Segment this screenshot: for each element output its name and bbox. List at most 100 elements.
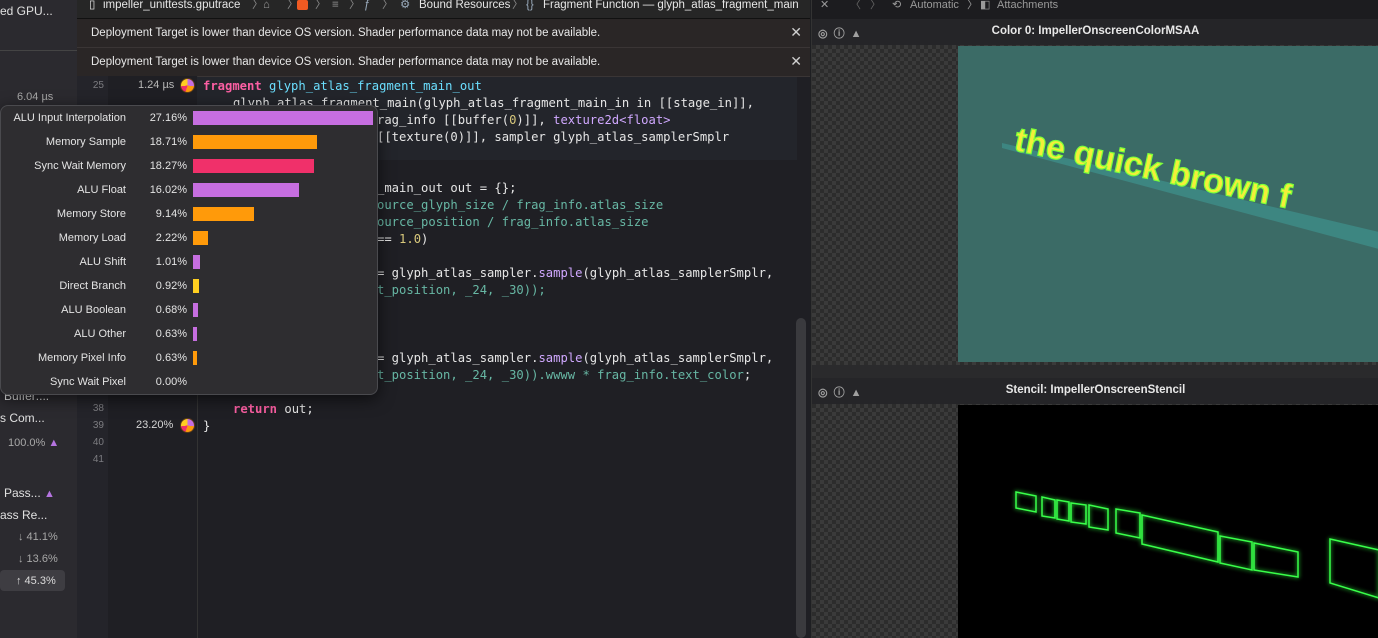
cost-percent: 0.63% <box>155 328 187 340</box>
sidebar-title: ed GPU... <box>0 4 53 18</box>
chevron-right-icon: 〉 <box>315 0 327 11</box>
warning-text: Deployment Target is lower than device O… <box>91 56 601 68</box>
stencil-attachment-titlebar: ◎ⓘ▲ Stencil: ImpellerOnscreenStencil <box>812 378 1378 404</box>
cost-percent: 18.27% <box>149 160 187 172</box>
perf-pie-icon[interactable] <box>180 78 195 93</box>
cost-bar <box>193 159 315 173</box>
line-number: 41 <box>92 454 104 465</box>
line-percent: 23.20% <box>136 419 174 431</box>
warning-icon: ▲ <box>48 437 60 449</box>
cost-category-label: ALU Float <box>77 184 126 196</box>
sidebar-stat[interactable]: ↓ 41.1% <box>18 531 58 543</box>
back-icon[interactable]: 〈 <box>850 0 861 11</box>
cost-category-label: ALU Boolean <box>61 304 126 316</box>
close-icon[interactable]: ✕ <box>790 24 802 41</box>
encoder-icon[interactable] <box>297 0 308 10</box>
line-number: 25 <box>92 80 104 91</box>
forward-icon[interactable]: 〉 <box>870 0 881 11</box>
sidebar-item[interactable]: Pass... ▲ <box>4 486 55 500</box>
jumpbar-fragment-function[interactable]: Fragment Function — glyph_atlas_fragment… <box>543 0 799 11</box>
jumpbar-file[interactable]: impeller_unittests.gputrace <box>103 0 240 11</box>
code-line: fragment glyph_atlas_fragment_main_out <box>203 79 482 93</box>
cost-category-label: Memory Store <box>56 208 126 220</box>
cost-percent: 18.71% <box>149 136 187 148</box>
sidebar-item-percent[interactable]: 100.0% ▲ <box>8 437 59 449</box>
line-time: 1.24 µs <box>138 79 175 91</box>
cost-percent: 0.92% <box>155 280 187 292</box>
perf-pie-icon[interactable] <box>180 418 195 433</box>
line-number: 39 <box>92 420 104 431</box>
code-line: = glyph_atlas_sampler.sample(glyph_atlas… <box>377 266 774 280</box>
automatic-icon: ⟲ <box>892 0 902 11</box>
color-attachment-titlebar: ◎ⓘ▲ Color 0: ImpellerOnscreenColorMSAA <box>812 19 1378 45</box>
warning-banner: Deployment Target is lower than device O… <box>77 19 810 48</box>
chevron-right-icon: 〉 <box>252 0 264 11</box>
warning-icon: ▲ <box>44 488 55 500</box>
chevron-right-icon: 〉 <box>382 0 394 11</box>
cost-category-label: Direct Branch <box>59 280 126 292</box>
code-line: t_position, _24, _30)); <box>377 283 546 297</box>
panel-divider[interactable] <box>812 365 1378 378</box>
stencil-attachment-image[interactable] <box>958 405 1378 638</box>
cost-percent: 27.16% <box>149 112 187 124</box>
list-icon[interactable]: ≡ <box>332 0 339 11</box>
cost-category-label: Memory Load <box>58 232 126 244</box>
stencil-attachment-title: Stencil: ImpellerOnscreenStencil <box>1005 384 1186 396</box>
code-line: == 1.0) <box>377 232 429 246</box>
sidebar-stat[interactable]: ↓ 13.6% <box>18 553 58 565</box>
chevron-right-icon: 〉 <box>349 0 361 11</box>
braces-icon: {} <box>526 0 534 11</box>
chevron-right-icon: 〉 <box>512 0 524 11</box>
code-line: t_position, _24, _30)).wwww * frag_info.… <box>377 368 752 382</box>
jumpbar-bound-resources[interactable]: Bound Resources <box>419 0 510 11</box>
cost-bar <box>193 111 373 125</box>
line-number: 40 <box>92 437 104 448</box>
color-attachment-title: Color 0: ImpellerOnscreenColorMSAA <box>991 25 1200 37</box>
cost-bar <box>193 303 198 317</box>
code-line: [[texture(0)]], sampler glyph_atlas_samp… <box>377 130 730 144</box>
cost-bar <box>193 279 200 293</box>
code-line: ource_glyph_size / frag_info.atlas_size <box>377 198 664 212</box>
stencil-glyph-boxes <box>1015 491 1378 599</box>
scrollbar[interactable] <box>796 318 806 638</box>
sidebar-stat-selected[interactable]: ↑ 45.3% <box>16 575 56 587</box>
cost-category-label: Sync Wait Pixel <box>49 376 126 388</box>
cost-category-label: Sync Wait Memory <box>34 160 126 172</box>
cost-category-label: ALU Other <box>74 328 126 340</box>
function-icon[interactable]: ƒ <box>364 0 370 11</box>
rendered-text-image: the quick brown f <box>1002 120 1378 249</box>
jump-attachments[interactable]: Attachments <box>997 0 1058 11</box>
cost-bar <box>193 183 300 197</box>
sidebar-time: 6.04 µs <box>17 91 54 103</box>
sidebar-item[interactable]: ass Re... <box>0 508 47 522</box>
cost-bar <box>193 255 200 269</box>
code-line: _main_out out = {}; <box>377 181 517 195</box>
line-number: 38 <box>92 403 104 414</box>
code-line: return out; <box>233 402 314 416</box>
attachments-jump-bar: ✕ 〈 〉 ⟲ Automatic 〉 ◧ Attachments <box>812 0 1378 14</box>
shader-cost-popover: ALU Input Interpolation 27.16% Memory Samp… <box>0 105 378 395</box>
sidebar-item[interactable]: s Com... <box>0 411 45 425</box>
cost-percent: 0.63% <box>155 352 187 364</box>
jump-automatic[interactable]: Automatic <box>910 0 959 11</box>
close-icon[interactable]: ✕ <box>790 53 802 70</box>
cost-bar <box>193 327 198 341</box>
cost-bar <box>193 135 317 149</box>
cost-category-label: Memory Sample <box>45 136 126 148</box>
close-icon[interactable]: ✕ <box>820 0 829 11</box>
warning-text: Deployment Target is lower than device O… <box>91 27 601 39</box>
color-attachment-image[interactable]: the quick brown f <box>958 46 1378 362</box>
cost-bar <box>193 351 198 365</box>
cost-category-label: ALU Input Interpolation <box>13 112 126 124</box>
cost-bar <box>193 207 254 221</box>
divider <box>0 50 77 51</box>
cost-percent: 0.68% <box>155 304 187 316</box>
drawer-icon[interactable]: ⌂ <box>263 0 270 11</box>
percent-label: 100.0% <box>8 437 46 449</box>
rendered-text: the quick brown f <box>1011 121 1295 217</box>
warning-banner: Deployment Target is lower than device O… <box>77 48 810 77</box>
chevron-right-icon: 〉 <box>967 0 978 11</box>
code-line: rag_info [[buffer(0)]], texture2d<float> <box>377 113 671 127</box>
cost-bar <box>193 231 208 245</box>
cost-percent: 2.22% <box>155 232 187 244</box>
